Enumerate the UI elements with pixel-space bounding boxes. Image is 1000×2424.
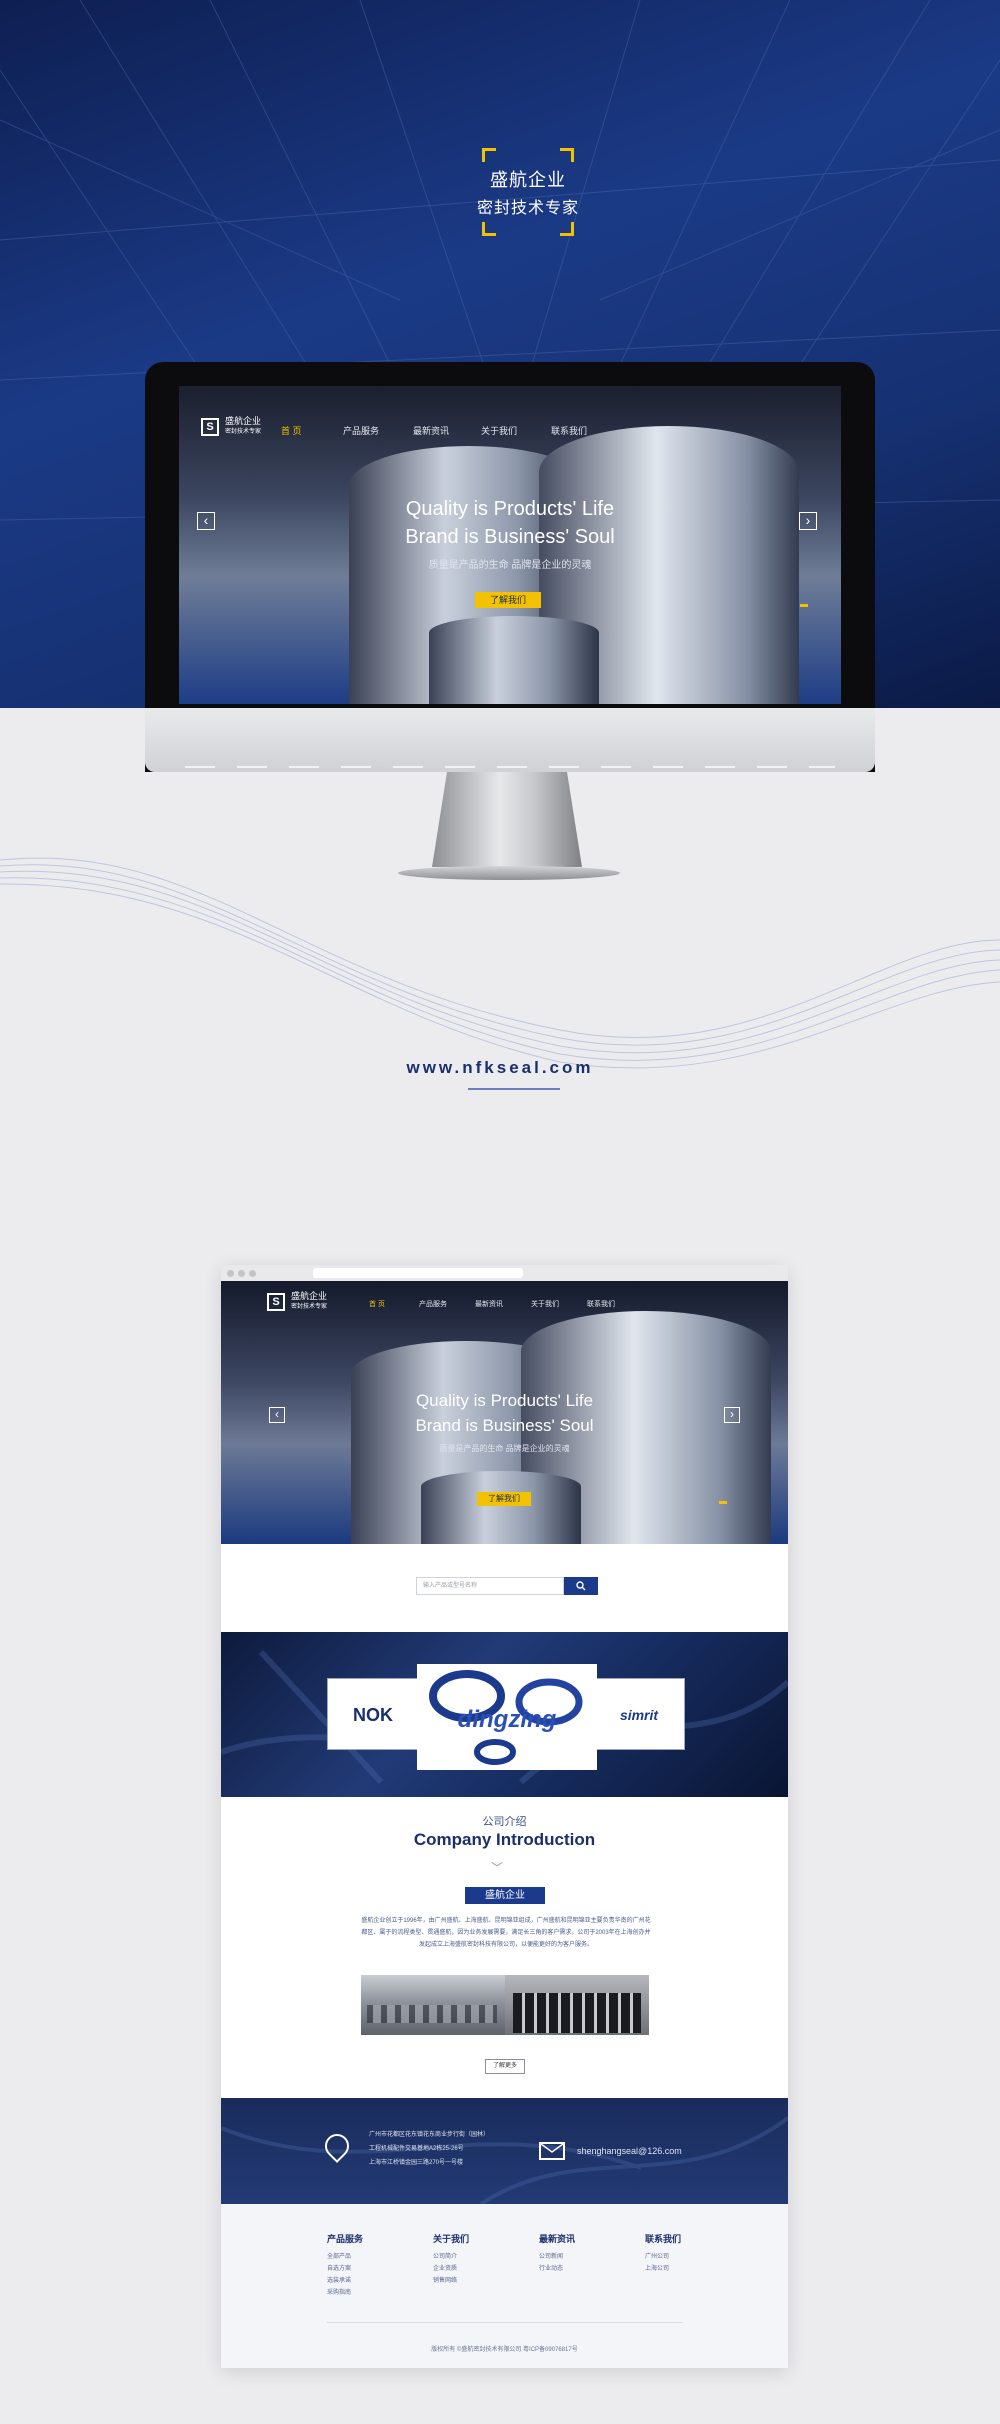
contact-email[interactable]: shenghangseal@126.com bbox=[577, 2146, 682, 2156]
footer-column-about: 关于我们 公司简介 企业资质 销售网络 bbox=[433, 2232, 469, 2287]
window-minimize-icon[interactable] bbox=[238, 1270, 245, 1277]
footer: 产品服务 全部产品 自选方案 选装承诺 采购指南 关于我们 公司简介 企业资质 … bbox=[221, 2204, 788, 2368]
website-url[interactable]: www.nfkseal.com bbox=[0, 1058, 1000, 1078]
brand-logo-simrit[interactable]: simrit bbox=[593, 1678, 685, 1750]
footer-link[interactable]: 企业资质 bbox=[433, 2263, 469, 2275]
intro-photo-factory bbox=[361, 1975, 505, 2035]
chevron-down-icon: ﹀ bbox=[491, 1861, 504, 1875]
page-logo[interactable]: S 盛航企业 密封技术专家 bbox=[267, 1291, 327, 1313]
address-line-3: 上海市江桥镇金园三路270号一号楼 bbox=[369, 2160, 464, 2166]
footer-heading: 产品服务 bbox=[327, 2234, 364, 2244]
address-list: 广州市花都区花东镇花东商业步行街（园林） 工程机械配件交易基地A2栋25-26号… bbox=[369, 2128, 489, 2170]
nav-item-home[interactable]: 首 页 bbox=[281, 424, 343, 437]
slogan-line-1: Quality is Products' Life bbox=[405, 498, 615, 520]
envelope-icon bbox=[539, 2142, 565, 2160]
page-nav: 首 页 产品服务 最新资讯 关于我们 联系我们 bbox=[369, 1299, 637, 1309]
slogan-line-2: Brand is Business' Soul bbox=[415, 1416, 594, 1435]
logo-tagline: 密封技术专家 bbox=[291, 1304, 328, 1310]
slogan-line-2: Brand is Business' Soul bbox=[405, 526, 615, 548]
footer-column-news: 最新资讯 公司新闻 行业动态 bbox=[539, 2232, 575, 2275]
intro-company-badge: 盛航企业 bbox=[465, 1887, 545, 1904]
brand-badge: 盛航企业 密封技术专家 bbox=[477, 148, 578, 236]
logo-name: 盛航企业 bbox=[225, 416, 262, 426]
brand-logo-dingzing[interactable]: dingzing bbox=[417, 1664, 597, 1770]
address-line-1: 广州市花都区花东镇花东商业步行街（园林） bbox=[369, 2132, 490, 2138]
contact-background-graphic bbox=[221, 2116, 788, 2204]
footer-heading: 联系我们 bbox=[645, 2234, 682, 2244]
address-bar[interactable] bbox=[313, 1268, 523, 1278]
intro-photo-team bbox=[505, 1975, 649, 2035]
footer-heading: 最新资讯 bbox=[539, 2234, 576, 2244]
window-maximize-icon[interactable] bbox=[249, 1270, 256, 1277]
brand-name-dingzing: dingzing bbox=[457, 1706, 557, 1733]
slogan-chinese: 质量是产品的生命 品牌是企业的灵魂 bbox=[439, 1444, 570, 1453]
intro-paragraph: 盛航企业创立于1996年，由广州盛航、上海盛航、昆明锦亚组成，广州盛航和昆明锦亚… bbox=[361, 1918, 651, 1948]
nav-item-home[interactable]: 首 页 bbox=[369, 1299, 419, 1309]
logo-tagline: 密封技术专家 bbox=[225, 429, 262, 435]
browser-toolbar bbox=[221, 1265, 788, 1281]
contact-section: 广州市花都区花东镇花东商业步行街（园林） 工程机械配件交易基地A2栋25-26号… bbox=[221, 2098, 788, 2204]
nav-item-products[interactable]: 产品服务 bbox=[419, 1299, 475, 1309]
footer-link[interactable]: 公司新闻 bbox=[539, 2251, 575, 2263]
learn-more-button[interactable]: 了解我们 bbox=[475, 592, 541, 608]
nav-item-news[interactable]: 最新资讯 bbox=[475, 1299, 531, 1309]
brands-section: NOK simrit dingzing bbox=[221, 1632, 788, 1797]
slider-indicator[interactable] bbox=[800, 604, 808, 607]
footer-link[interactable]: 广州公司 bbox=[645, 2251, 681, 2263]
logo-name: 盛航企业 bbox=[291, 1291, 328, 1301]
footer-column-contact: 联系我们 广州公司 上海公司 bbox=[645, 2232, 681, 2275]
monitor-screen: S 盛航企业 密封技术专家 首 页 产品服务 最新资讯 关于我们 联系我们 ‹ … bbox=[179, 386, 841, 704]
nav-item-contact[interactable]: 联系我们 bbox=[587, 1299, 637, 1309]
window-close-icon[interactable] bbox=[227, 1270, 234, 1277]
footer-link[interactable]: 销售网络 bbox=[433, 2275, 469, 2287]
copyright-text: 版权所有 ©盛航密封技术有限公司 粤ICP备09076817号 bbox=[431, 2347, 578, 2353]
brand-name-nok: NOK bbox=[353, 1705, 393, 1725]
nav-item-news[interactable]: 最新资讯 bbox=[413, 424, 481, 437]
logo-mark-icon: S bbox=[267, 1293, 285, 1311]
monitor-logo[interactable]: S 盛航企业 密封技术专家 bbox=[201, 416, 261, 438]
footer-link[interactable]: 采购指南 bbox=[327, 2287, 363, 2299]
slider-indicator[interactable] bbox=[719, 1501, 727, 1504]
slogan-chinese: 质量是产品的生命 品牌是企业的灵魂 bbox=[428, 560, 592, 571]
brand-tagline: 密封技术专家 bbox=[476, 200, 579, 217]
nav-item-about[interactable]: 关于我们 bbox=[481, 424, 551, 437]
search-button[interactable] bbox=[564, 1577, 598, 1595]
search-input[interactable]: 输入产品或型号名称 bbox=[416, 1577, 564, 1595]
footer-link[interactable]: 全部产品 bbox=[327, 2251, 363, 2263]
footer-heading: 关于我们 bbox=[433, 2234, 470, 2244]
footer-divider bbox=[327, 2322, 683, 2323]
address-line-2: 工程机械配件交易基地A2栋25-26号 bbox=[369, 2146, 464, 2152]
intro-heading-en: Company Introduction bbox=[413, 1830, 596, 1849]
learn-more-button[interactable]: 了解我们 bbox=[477, 1492, 531, 1506]
footer-link[interactable]: 行业动态 bbox=[539, 2263, 575, 2275]
footer-column-products: 产品服务 全部产品 自选方案 选装承诺 采购指南 bbox=[327, 2232, 363, 2299]
footer-link[interactable]: 自选方案 bbox=[327, 2263, 363, 2275]
intro-heading-cn: 公司介绍 bbox=[482, 1816, 527, 1828]
nav-item-contact[interactable]: 联系我们 bbox=[551, 424, 611, 437]
page-hero-banner: S 盛航企业 密封技术专家 首 页 产品服务 最新资讯 关于我们 联系我们 ‹ … bbox=[221, 1281, 788, 1544]
intro-more-button[interactable]: 了解更多 bbox=[485, 2059, 525, 2074]
footer-link[interactable]: 公司简介 bbox=[433, 2251, 469, 2263]
decorative-wave bbox=[0, 857, 1000, 1069]
nav-item-products[interactable]: 产品服务 bbox=[343, 424, 413, 437]
footer-link[interactable]: 上海公司 bbox=[645, 2263, 681, 2275]
monitor-chin bbox=[145, 708, 875, 772]
footer-link[interactable]: 选装承诺 bbox=[327, 2275, 363, 2287]
nav-item-about[interactable]: 关于我们 bbox=[531, 1299, 587, 1309]
logo-mark-icon: S bbox=[201, 418, 219, 436]
slogan-line-1: Quality is Products' Life bbox=[415, 1391, 594, 1410]
monitor-nav: 首 页 产品服务 最新资讯 关于我们 联系我们 bbox=[281, 424, 611, 437]
brand-name-simrit: simrit bbox=[619, 1707, 659, 1723]
search-icon bbox=[576, 1581, 586, 1591]
brand-title: 盛航企业 bbox=[490, 170, 566, 190]
search-section: 输入产品或型号名称 bbox=[221, 1544, 788, 1632]
browser-mockup: S 盛航企业 密封技术专家 首 页 产品服务 最新资讯 关于我们 联系我们 ‹ … bbox=[221, 1265, 788, 2368]
brand-logo-nok[interactable]: NOK bbox=[327, 1678, 419, 1750]
url-underline bbox=[468, 1088, 560, 1090]
company-intro-section: 公司介绍 Company Introduction ﹀ 盛航企业 盛航企业创立于… bbox=[221, 1797, 788, 2097]
